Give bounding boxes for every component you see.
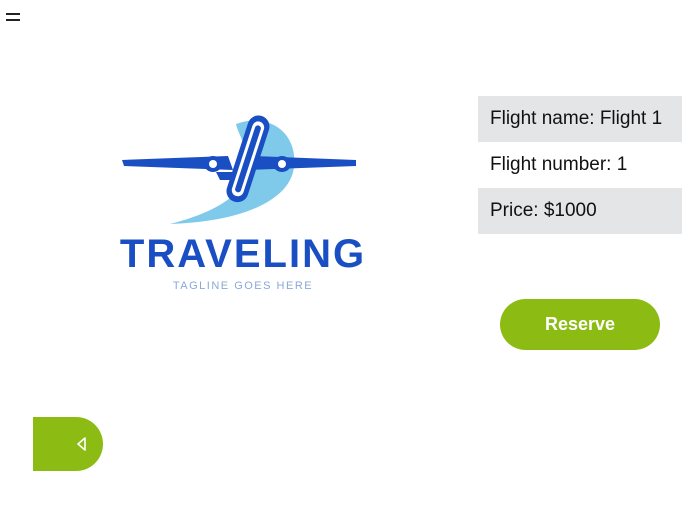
flight-details: Flight name: Flight 1 Flight number: 1 P… (478, 96, 682, 234)
flight-price: Price: $1000 (478, 188, 682, 234)
flight-name: Flight name: Flight 1 (478, 96, 682, 142)
logo-tagline: TAGLINE GOES HERE (173, 280, 313, 292)
logo-title: TRAVELING (120, 232, 366, 276)
reserve-button[interactable]: Reserve (500, 299, 660, 350)
flight-number: Flight number: 1 (490, 154, 628, 175)
traveling-logo: TRAVELING TAGLINE GOES HERE (120, 115, 366, 292)
hamburger-icon-line (6, 19, 20, 21)
hamburger-icon-line (6, 13, 20, 15)
menu-button[interactable] (6, 10, 22, 24)
back-button[interactable] (33, 417, 103, 471)
caret-left-icon (77, 437, 86, 451)
